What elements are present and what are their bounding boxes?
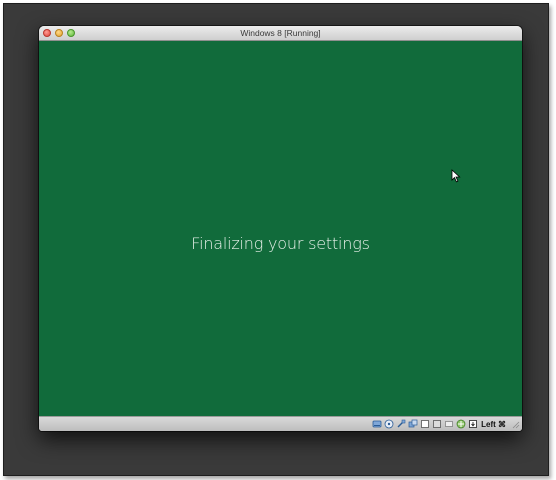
vm-window: Windows 8 [Running] Finalizing your sett… — [39, 26, 522, 431]
optical-drive-icon[interactable] — [383, 419, 394, 430]
window-title: Windows 8 [Running] — [240, 28, 321, 38]
video-capture-icon[interactable] — [443, 419, 454, 430]
network-icon[interactable] — [419, 419, 430, 430]
mouse-pointer-icon — [451, 169, 461, 183]
usb-icon[interactable] — [395, 419, 406, 430]
display-icon[interactable] — [431, 419, 442, 430]
hard-disk-icon[interactable] — [371, 419, 382, 430]
screenshot-frame: Windows 8 [Running] Finalizing your sett… — [3, 3, 549, 476]
title-bar[interactable]: Windows 8 [Running] — [39, 26, 522, 41]
mouse-integration-icon[interactable] — [455, 419, 466, 430]
shared-folders-icon[interactable] — [407, 419, 418, 430]
device-status-icons: Left ⌘ — [371, 418, 506, 430]
resize-grip-icon[interactable] — [511, 420, 520, 429]
host-key-label: Left ⌘ — [481, 419, 506, 429]
setup-status-message: Finalizing your settings — [191, 234, 370, 253]
status-bar: Left ⌘ — [39, 416, 522, 431]
keyboard-capture-icon[interactable] — [467, 419, 478, 430]
guest-screen[interactable]: Finalizing your settings — [39, 41, 522, 417]
